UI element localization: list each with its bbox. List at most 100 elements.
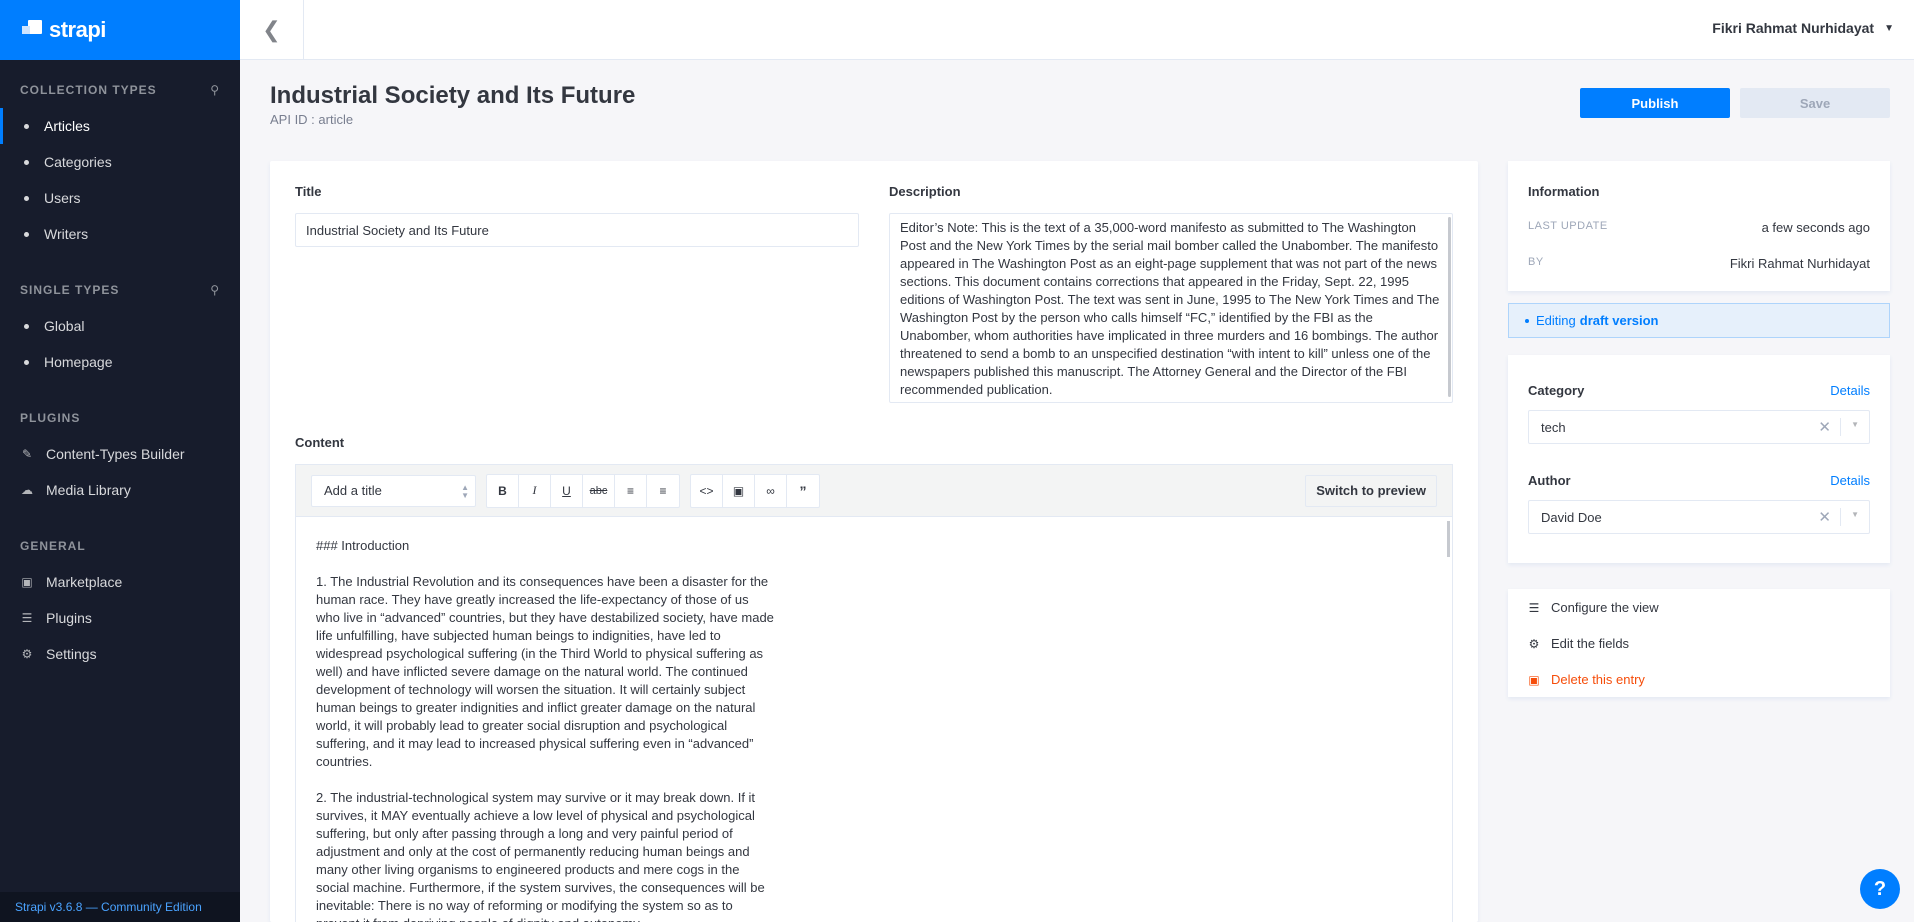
- section-label: PLUGINS: [20, 411, 81, 425]
- editor-toolbar: Add a title ▲ ▼ B I U abc ≡ ≡ <> ▣ ∞ ” Sw…: [296, 465, 1452, 517]
- section-collection-types: COLLECTION TYPES ⚲: [0, 82, 240, 98]
- quote-button[interactable]: ”: [787, 475, 819, 507]
- select-arrows-icon: ▲ ▼: [461, 482, 469, 500]
- image-icon: ▣: [732, 483, 745, 498]
- sidebar-item-users[interactable]: Users: [0, 180, 240, 216]
- editor-content[interactable]: ### Introduction 1. The Industrial Revol…: [296, 517, 796, 922]
- bullet-icon: [24, 159, 29, 165]
- bullet-icon: [24, 359, 29, 365]
- sliders-icon: ☰: [1528, 600, 1540, 615]
- user-name: Fikri Rahmat Nurhidayat: [1712, 20, 1875, 36]
- sidebar-item-articles[interactable]: Articles: [0, 108, 240, 144]
- markdown-editor: Add a title ▲ ▼ B I U abc ≡ ≡ <> ▣ ∞ ” Sw…: [295, 464, 1453, 922]
- sidebar-item-media-library[interactable]: ☁ Media Library: [0, 472, 240, 508]
- link-icon: ∞: [766, 483, 775, 498]
- cloud-upload-icon: ☁: [21, 483, 33, 497]
- version-footer: Strapi v3.6.8 — Community Edition: [0, 892, 240, 922]
- description-text: Editor’s Note: This is the text of a 35,…: [900, 220, 1440, 397]
- search-icon[interactable]: ⚲: [210, 283, 220, 297]
- link-button[interactable]: ∞: [755, 474, 787, 507]
- relations-card: Category Details tech ✕ ▼ Author Details…: [1508, 355, 1890, 563]
- sidebar-item-marketplace[interactable]: ▣ Marketplace: [0, 564, 240, 600]
- bold-button[interactable]: B: [487, 474, 519, 507]
- title-input[interactable]: Industrial Society and Its Future: [295, 213, 859, 247]
- strikethrough-button[interactable]: abc: [583, 474, 615, 507]
- section-general: GENERAL: [0, 538, 240, 554]
- list-icon: ☰: [21, 611, 33, 625]
- sidebar-item-global[interactable]: Global: [0, 308, 240, 344]
- caret-down-icon: ▼: [1884, 22, 1894, 34]
- section-single-types: SINGLE TYPES ⚲: [0, 282, 240, 298]
- bullet-icon: [24, 195, 29, 201]
- sidebar: strapi COLLECTION TYPES ⚲ Articles Categ…: [0, 0, 240, 922]
- actions-card: ☰ Configure the view ⚙ Edit the fields ▣…: [1508, 589, 1890, 697]
- brand-logo[interactable]: strapi: [0, 0, 240, 60]
- sidebar-item-settings[interactable]: ⚙ Settings: [0, 636, 240, 672]
- search-icon[interactable]: ⚲: [210, 83, 220, 97]
- edit-fields-link[interactable]: ⚙ Edit the fields: [1528, 636, 1629, 651]
- edit-form: Title Industrial Society and Its Future …: [270, 161, 1478, 922]
- category-details-link[interactable]: Details: [1830, 383, 1870, 398]
- sidebar-item-homepage[interactable]: Homepage: [0, 344, 240, 380]
- bullet-icon: [24, 323, 29, 329]
- bullet-icon: [24, 231, 29, 237]
- delete-entry-link[interactable]: ▣ Delete this entry: [1528, 672, 1645, 687]
- author-details-link[interactable]: Details: [1830, 473, 1870, 488]
- description-textarea[interactable]: Editor’s Note: This is the text of a 35,…: [889, 213, 1453, 403]
- gear-icon: ⚙: [1528, 636, 1540, 651]
- paint-brush-icon: ✎: [21, 447, 33, 461]
- heading-select[interactable]: Add a title ▲ ▼: [311, 474, 476, 507]
- clear-icon[interactable]: ✕: [1818, 418, 1831, 436]
- bullet-icon: [1525, 318, 1529, 323]
- sidebar-item-plugins[interactable]: ☰ Plugins: [0, 600, 240, 636]
- quote-icon: ”: [799, 482, 807, 499]
- user-menu[interactable]: Fikri Rahmat Nurhidayat ▼: [1712, 20, 1894, 36]
- description-label: Description: [889, 184, 961, 199]
- sidebar-item-writers[interactable]: Writers: [0, 216, 240, 252]
- numbered-list-button[interactable]: ≡: [647, 475, 679, 507]
- scrollbar[interactable]: [1447, 521, 1450, 557]
- section-label: COLLECTION TYPES: [20, 83, 157, 97]
- list-ul-icon: ≡: [626, 483, 634, 498]
- brand-name: strapi: [49, 17, 106, 42]
- gear-icon: ⚙: [21, 647, 33, 661]
- section-label: SINGLE TYPES: [20, 283, 120, 297]
- bulleted-list-button[interactable]: ≡: [615, 474, 647, 507]
- italic-button[interactable]: I: [519, 474, 551, 507]
- code-icon: <>: [699, 483, 714, 498]
- author-select[interactable]: David Doe ✕ ▼: [1528, 500, 1870, 534]
- title-label: Title: [295, 184, 322, 199]
- caret-down-icon[interactable]: ▼: [1851, 510, 1859, 519]
- category-select[interactable]: tech ✕ ▼: [1528, 410, 1870, 444]
- sidebar-item-content-types-builder[interactable]: ✎ Content-Types Builder: [0, 436, 240, 472]
- shopping-basket-icon: ▣: [21, 575, 33, 589]
- switch-to-preview-button[interactable]: Switch to preview: [1305, 474, 1437, 507]
- author-label: Author: [1528, 473, 1571, 488]
- publish-button[interactable]: Publish: [1580, 88, 1730, 118]
- underline-button[interactable]: U: [551, 474, 583, 507]
- image-button[interactable]: ▣: [723, 474, 755, 507]
- section-plugins: PLUGINS: [0, 410, 240, 426]
- information-title: Information: [1528, 184, 1600, 199]
- api-id: API ID : article: [270, 112, 354, 127]
- category-label: Category: [1528, 383, 1585, 398]
- scrollbar[interactable]: [1448, 217, 1451, 397]
- insert-button-group: <> ▣ ∞ ”: [690, 473, 820, 508]
- information-card: Information LAST UPDATE a few seconds ag…: [1508, 161, 1890, 291]
- bullet-icon: [24, 123, 29, 129]
- page-title: Industrial Society and Its Future: [270, 82, 636, 109]
- code-button[interactable]: <>: [691, 474, 723, 507]
- caret-down-icon[interactable]: ▼: [1851, 420, 1859, 429]
- configure-view-link[interactable]: ☰ Configure the view: [1528, 600, 1659, 615]
- back-button[interactable]: ❮: [240, 0, 304, 60]
- sidebar-item-categories[interactable]: Categories: [0, 144, 240, 180]
- content-label: Content: [295, 435, 345, 450]
- top-bar: ❮ Fikri Rahmat Nurhidayat ▼: [240, 0, 1914, 60]
- help-button[interactable]: ?: [1860, 869, 1900, 909]
- clear-icon[interactable]: ✕: [1818, 508, 1831, 526]
- chevron-left-icon: ❮: [262, 17, 281, 42]
- save-button[interactable]: Save: [1740, 88, 1890, 118]
- last-update-row: LAST UPDATE a few seconds ago: [1528, 220, 1870, 235]
- section-label: GENERAL: [20, 539, 86, 553]
- list-ol-icon: ≡: [659, 483, 667, 498]
